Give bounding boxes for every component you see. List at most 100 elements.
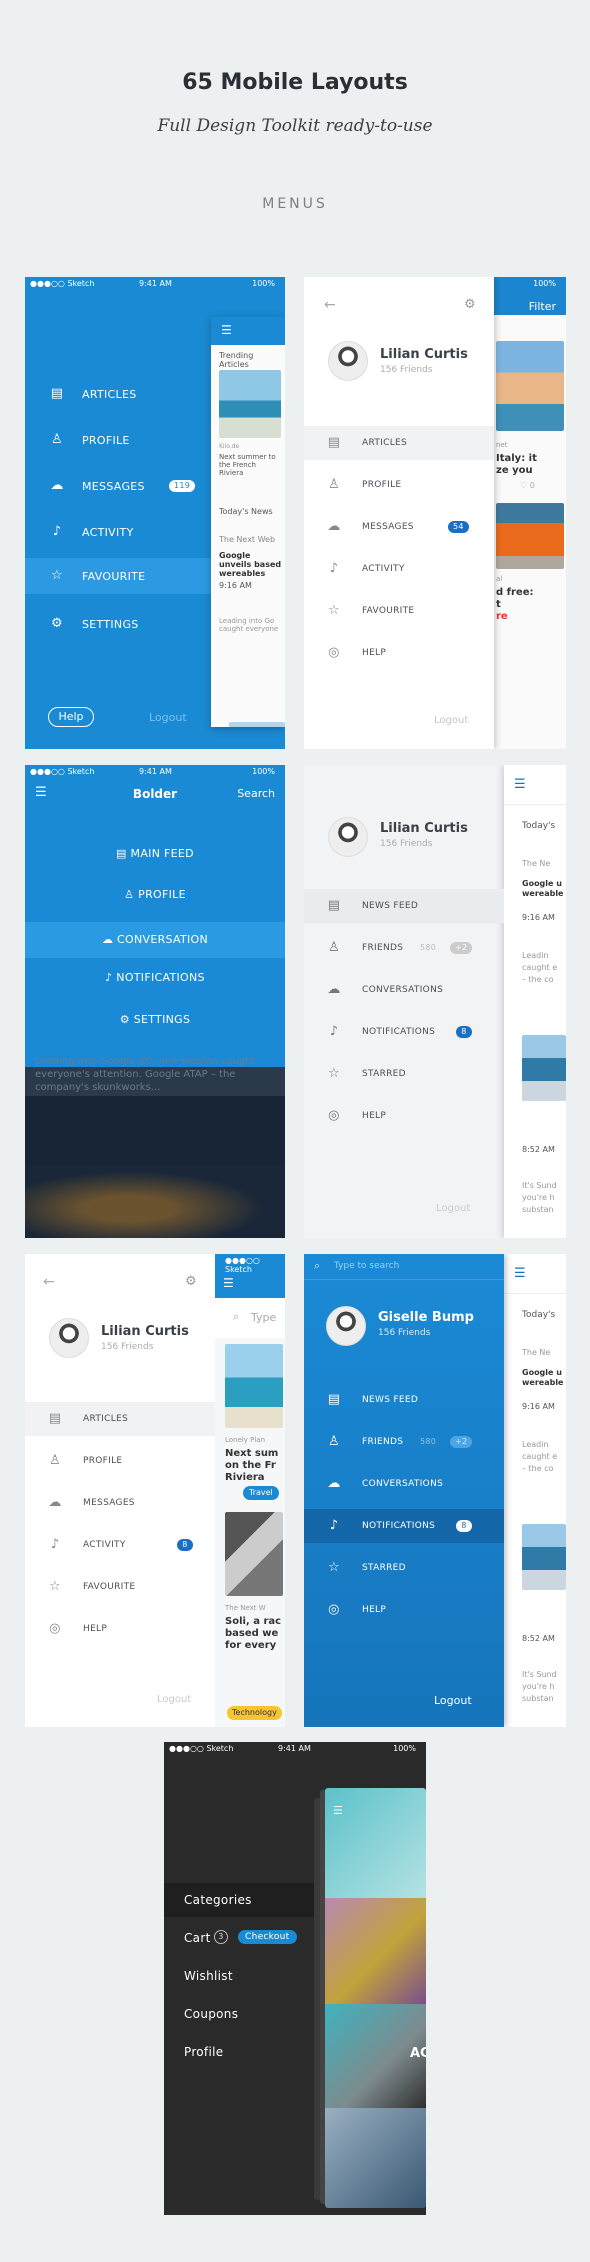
logout-link[interactable]: Logout: [434, 715, 468, 726]
product-photo-4[interactable]: [325, 2108, 426, 2208]
menu-item-label: CONVERSATIONS: [362, 985, 444, 995]
peek-photo-2[interactable]: [496, 503, 564, 569]
peek-photo[interactable]: [496, 341, 564, 431]
back-arrow-icon[interactable]: ←: [43, 1274, 55, 1290]
hamburger-icon[interactable]: ☰: [333, 1804, 343, 1817]
peek-header: ☰: [504, 765, 566, 805]
menu-item-profile[interactable]: ♙ PROFILE: [25, 888, 285, 908]
menu-item-news-feed[interactable]: ▤ NEWS FEED: [304, 889, 504, 923]
menu-item-conversation[interactable]: ☁ CONVERSATION: [25, 922, 285, 958]
logout-link[interactable]: Logout: [149, 711, 187, 724]
news-photo[interactable]: [229, 722, 285, 727]
hamburger-icon[interactable]: ☰: [514, 777, 526, 792]
avatar[interactable]: [328, 341, 368, 381]
help-button[interactable]: Help: [48, 707, 94, 727]
menu-item-cart[interactable]: Cart 3 Checkout: [164, 1925, 314, 1951]
menu-item-conversations[interactable]: ☁ CONVERSATIONS: [304, 973, 504, 1007]
hamburger-icon[interactable]: ☰: [514, 1266, 526, 1281]
peek-text: al: [496, 575, 503, 583]
menu-item-notifications[interactable]: ♪ NOTIFICATIONS: [25, 971, 285, 991]
menu-item-activity[interactable]: ♪ ACTIVITY 8: [25, 1528, 215, 1562]
peek-text: Today's: [522, 1310, 556, 1320]
section-label: MENUS: [262, 196, 328, 212]
menu-item-favourite[interactable]: ☆ FAVOURITE: [304, 594, 494, 628]
page-subtitle: Full Design Toolkit ready-to-use: [157, 116, 433, 136]
menu-item-help[interactable]: ◎ HELP: [304, 636, 494, 670]
avatar[interactable]: [49, 1318, 89, 1358]
product-card: ☰ AC: [325, 1788, 426, 2208]
logout-link[interactable]: Logout: [157, 1694, 191, 1705]
menu-item-articles[interactable]: ▤ ARTICLES: [304, 426, 494, 460]
menu-item-help[interactable]: ◎ HELP: [304, 1099, 504, 1133]
gear-icon[interactable]: ⚙: [464, 297, 476, 312]
menu-item-starred[interactable]: ☆ STARRED: [304, 1057, 504, 1091]
menu-item-friends[interactable]: ♙ FRIENDS 580 +2: [304, 1425, 504, 1459]
menu-item-coupons[interactable]: Coupons: [164, 2001, 314, 2027]
menu-item-categories[interactable]: Categories: [164, 1883, 314, 1917]
peek-photo[interactable]: [522, 1524, 566, 1590]
menu-item-conversations[interactable]: ☁ CONVERSATIONS: [304, 1467, 504, 1501]
user-name: Lilian Curtis: [101, 1324, 189, 1339]
menu-item-friends[interactable]: ♙ FRIENDS 580 +2: [304, 931, 504, 965]
search-link[interactable]: Search: [237, 787, 275, 800]
avatar[interactable]: [326, 1306, 366, 1346]
status-carrier: ●●●○○ Sketch: [169, 1744, 234, 1753]
menu-item-wishlist[interactable]: Wishlist: [164, 1963, 314, 1989]
menu-item-messages[interactable]: ☁ MESSAGES 54: [304, 510, 494, 544]
peek-header: ☰: [504, 1254, 566, 1294]
menu-item-settings[interactable]: ⚙ SETTINGS: [25, 1013, 285, 1033]
menu-item-articles[interactable]: ▤ ARTICLES: [25, 1402, 215, 1436]
technology-tag[interactable]: Technology: [227, 1706, 282, 1720]
user-friends: 156 Friends: [380, 839, 433, 849]
gear-icon: ⚙: [119, 1013, 134, 1026]
user-friends: 156 Friends: [378, 1328, 431, 1338]
menu-item-label: HELP: [362, 1605, 387, 1615]
menu-item-profile[interactable]: ♙ PROFILE: [25, 1444, 215, 1478]
search-bar[interactable]: ⌕ Type to search: [304, 1254, 504, 1280]
checkout-button[interactable]: Checkout: [238, 1930, 297, 1944]
menu-item-label: Categories: [184, 1893, 252, 1907]
back-arrow-icon[interactable]: ←: [324, 297, 336, 313]
user-icon: ♙: [51, 432, 63, 447]
activity-badge: 8: [177, 1539, 193, 1551]
menu-item-messages[interactable]: ☁ MESSAGES: [25, 1486, 215, 1520]
avatar[interactable]: [328, 817, 368, 857]
search-bar[interactable]: ⌕ Type: [215, 1298, 285, 1338]
menu-item-profile[interactable]: ♙ PROFILE: [304, 468, 494, 502]
product-photo-2[interactable]: [325, 1898, 426, 2004]
peek-text: 9:16 AM: [522, 1402, 555, 1411]
peek-text: Italy: it: [496, 453, 537, 464]
peek-photo[interactable]: [522, 1035, 566, 1101]
menu-item-notifications[interactable]: ♪ NOTIFICATIONS 8: [304, 1015, 504, 1049]
friends-new-badge: +2: [450, 1436, 473, 1448]
user-icon: ♙: [328, 477, 340, 492]
peek-text: wereable: [522, 889, 564, 898]
menu-item-help[interactable]: ◎ HELP: [304, 1593, 504, 1627]
menu-item-starred[interactable]: ☆ STARRED: [304, 1551, 504, 1585]
peek-text: Next sum: [225, 1448, 279, 1459]
status-battery: 100%: [252, 279, 275, 288]
menu-item-profile[interactable]: Profile: [164, 2039, 314, 2065]
peek-photo-2[interactable]: [225, 1512, 283, 1596]
travel-tag[interactable]: Travel: [243, 1486, 279, 1500]
menu-item-favourite[interactable]: ☆ FAVOURITE: [25, 1570, 215, 1604]
bell-icon: ♪: [50, 1537, 60, 1552]
peek-photo[interactable]: [225, 1344, 283, 1428]
feed-icon: ▤: [116, 847, 131, 860]
peek-text: for every: [225, 1640, 277, 1651]
article-photo[interactable]: [219, 370, 281, 438]
logout-link[interactable]: Logout: [434, 1694, 472, 1707]
filter-button[interactable]: Filter: [529, 300, 556, 313]
friends-new-badge: +2: [450, 942, 473, 954]
gear-icon[interactable]: ⚙: [185, 1274, 197, 1289]
hamburger-icon[interactable]: ☰: [221, 323, 232, 337]
menu-item-help[interactable]: ◎ HELP: [25, 1612, 215, 1646]
logout-link[interactable]: Logout: [436, 1203, 470, 1214]
like-count[interactable]: ♡ 0: [520, 481, 535, 490]
hamburger-icon[interactable]: ☰: [223, 1276, 234, 1290]
product-label: AC: [410, 2046, 426, 2061]
menu-item-activity[interactable]: ♪ ACTIVITY: [304, 552, 494, 586]
menu-item-main-feed[interactable]: ▤ MAIN FEED: [25, 847, 285, 867]
menu-item-notifications[interactable]: ♪ NOTIFICATIONS 8: [304, 1509, 504, 1543]
menu-item-news-feed[interactable]: ▤ NEWS FEED: [304, 1383, 504, 1417]
